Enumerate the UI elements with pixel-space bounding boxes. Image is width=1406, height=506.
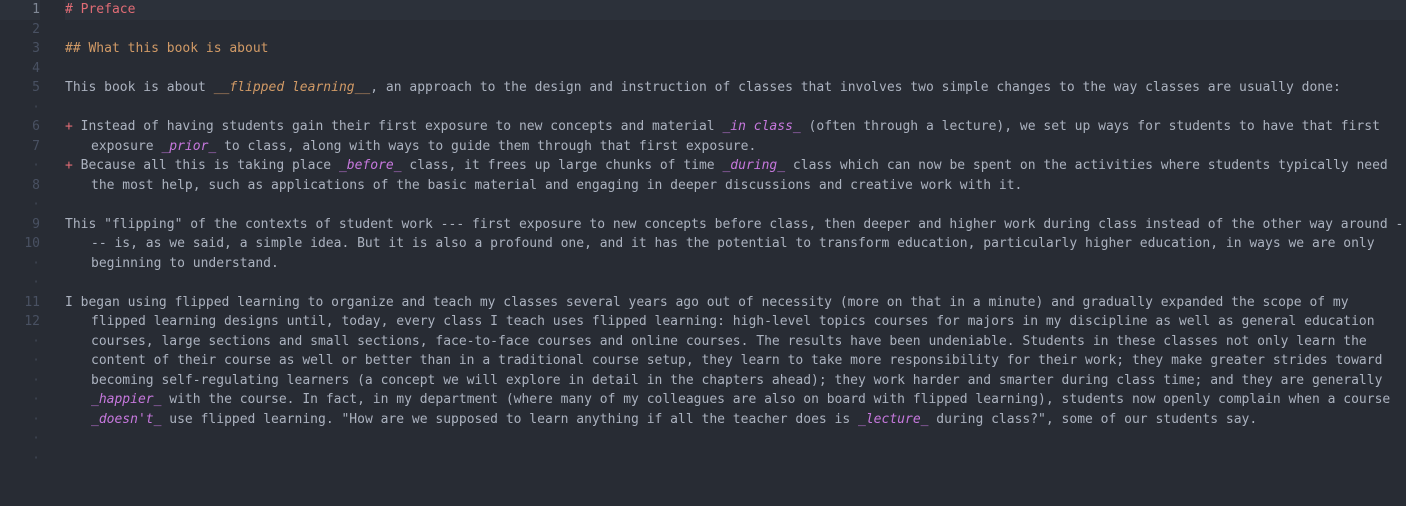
text-token: class, it frees up large chunks of time <box>402 158 723 173</box>
line-number: 12 <box>0 312 40 332</box>
line-number: 7 <box>0 137 40 157</box>
wrap-indicator: · <box>0 410 40 430</box>
text-token: Because all this is taking place <box>81 158 339 173</box>
line-number: 3 <box>0 39 40 59</box>
text-token: use flipped learning. "How are we suppos… <box>161 412 858 427</box>
wrap-indicator: · <box>0 254 40 274</box>
code-line[interactable] <box>65 98 1406 118</box>
text-token: , an approach to the design and instruct… <box>370 80 1341 95</box>
italic-token: _before_ <box>339 158 402 173</box>
code-line[interactable]: + Because all this is taking place _befo… <box>65 156 1406 195</box>
line-number: 8 <box>0 176 40 196</box>
code-line[interactable] <box>65 20 1406 40</box>
code-line[interactable]: + Instead of having students gain their … <box>65 117 1406 156</box>
code-line[interactable]: This "flipping" of the contexts of stude… <box>65 215 1406 274</box>
wrap-indicator: · <box>0 351 40 371</box>
text-token: during class?", some of our students say… <box>928 412 1257 427</box>
text-token: Instead of having students gain their fi… <box>81 119 723 134</box>
code-line[interactable]: ## What this book is about <box>65 39 1406 59</box>
italic-token: _happier_ <box>91 392 161 407</box>
code-area[interactable]: # Preface ## What this book is about Thi… <box>55 0 1406 506</box>
line-number: 9 <box>0 215 40 235</box>
wrap-indicator: · <box>0 390 40 410</box>
bold-italic-token: __flipped learning__ <box>214 80 371 95</box>
code-line[interactable] <box>65 195 1406 215</box>
italic-token: _in class_ <box>722 119 800 134</box>
line-number: 6 <box>0 117 40 137</box>
heading-2: ## What this book is about <box>65 41 269 56</box>
wrap-indicator: · <box>0 156 40 176</box>
line-number: 5 <box>0 78 40 98</box>
italic-token: _during_ <box>722 158 785 173</box>
line-number: 2 <box>0 20 40 40</box>
line-number: 1 <box>0 0 40 20</box>
italic-token: _lecture_ <box>858 412 928 427</box>
text-token: with the course. In fact, in my departme… <box>161 392 1398 407</box>
wrap-indicator: · <box>0 429 40 449</box>
wrap-indicator: · <box>0 98 40 118</box>
code-line[interactable]: I began using flipped learning to organi… <box>65 293 1406 430</box>
heading-1: # Preface <box>65 2 135 17</box>
line-number: 10 <box>0 234 40 254</box>
code-line[interactable] <box>65 273 1406 293</box>
line-number-gutter: 12345·67·8·910··1112······· <box>0 0 55 506</box>
text-token: I began using flipped learning to organi… <box>65 295 1390 388</box>
wrap-indicator: · <box>0 332 40 352</box>
code-editor: 12345·67·8·910··1112······· # Preface ##… <box>0 0 1406 506</box>
italic-token: _prior_ <box>161 139 216 154</box>
wrap-indicator: · <box>0 449 40 469</box>
text-token: to class, along with ways to guide them … <box>216 139 756 154</box>
code-line[interactable]: # Preface <box>65 0 1406 20</box>
italic-token: _doesn't_ <box>91 412 161 427</box>
line-number: 4 <box>0 59 40 79</box>
code-line[interactable]: This book is about __flipped learning__,… <box>65 78 1406 98</box>
text-token: This "flipping" of the contexts of stude… <box>65 217 1403 271</box>
line-number: 11 <box>0 293 40 313</box>
wrap-indicator: · <box>0 195 40 215</box>
wrap-indicator: · <box>0 371 40 391</box>
wrap-indicator: · <box>0 273 40 293</box>
list-bullet: + <box>65 158 81 173</box>
text-token: This book is about <box>65 80 214 95</box>
list-bullet: + <box>65 119 81 134</box>
code-line[interactable] <box>65 59 1406 79</box>
